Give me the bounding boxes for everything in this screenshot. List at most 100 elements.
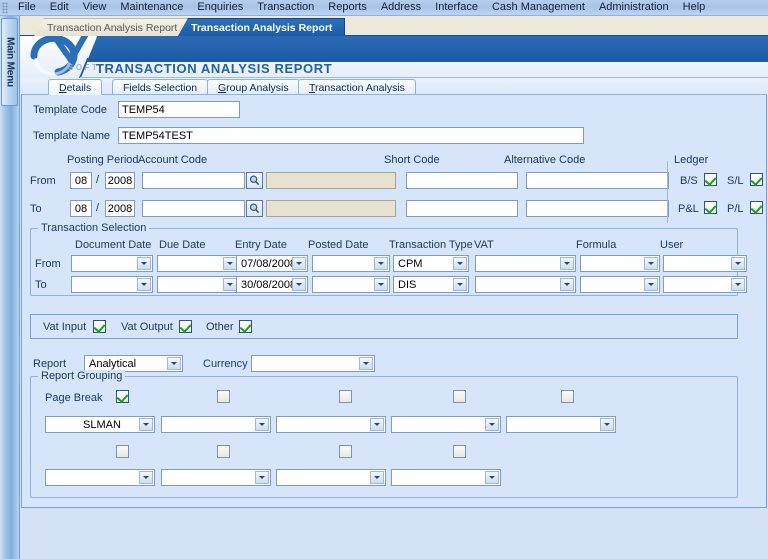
from-formula-combo[interactable] [580, 255, 660, 272]
ledger-sl-checkbox[interactable] [750, 173, 763, 186]
chevron-down-icon[interactable] [255, 418, 269, 431]
chevron-down-icon[interactable] [644, 257, 658, 270]
menu-item-edit[interactable]: Edit [43, 0, 76, 15]
chevron-down-icon[interactable] [485, 418, 499, 431]
to-short-code-input[interactable] [406, 200, 518, 217]
chevron-down-icon[interactable] [167, 357, 181, 370]
to-user-combo[interactable] [663, 276, 747, 293]
grouping-combo-2[interactable] [161, 416, 271, 433]
from-period-year-input[interactable] [105, 172, 135, 189]
to-period-year-input[interactable] [105, 200, 135, 217]
to-period-month-input[interactable] [70, 200, 92, 217]
to-alternative-code-input[interactable] [526, 200, 669, 217]
from-vat-combo[interactable] [475, 255, 576, 272]
menu-item-maintenance[interactable]: Maintenance [113, 0, 190, 15]
chevron-down-icon[interactable] [731, 257, 745, 270]
ledger-pl2-checkbox[interactable] [750, 201, 763, 214]
to-posted-date-combo[interactable] [312, 276, 390, 293]
chevron-down-icon[interactable] [223, 257, 237, 270]
chevron-down-icon[interactable] [374, 278, 388, 291]
ledger-pl-checkbox[interactable] [704, 201, 717, 214]
page-break-checkbox-2[interactable] [217, 390, 230, 403]
grouping-combo-8[interactable] [276, 469, 386, 486]
from-due-date-combo[interactable] [157, 255, 239, 272]
chevron-down-icon[interactable] [137, 278, 151, 291]
from-document-date-combo[interactable] [71, 255, 153, 272]
tab-transaction-analysis[interactable]: Transaction Analysis [298, 79, 416, 95]
grouping-combo-6[interactable] [45, 469, 155, 486]
chevron-down-icon[interactable] [453, 257, 467, 270]
other-checkbox[interactable] [239, 320, 252, 333]
to-transaction-type-combo[interactable]: DIS [393, 276, 469, 293]
page-break-checkbox-5[interactable] [561, 390, 574, 403]
chevron-down-icon[interactable] [374, 257, 388, 270]
grouping-checkbox-8[interactable] [339, 445, 352, 458]
grouping-combo-9[interactable] [391, 469, 501, 486]
chevron-down-icon[interactable] [292, 257, 306, 270]
to-vat-combo[interactable] [475, 276, 576, 293]
chevron-down-icon[interactable] [292, 278, 306, 291]
menu-item-address[interactable]: Address [374, 0, 428, 15]
page-break-checkbox-1[interactable] [116, 390, 129, 403]
from-user-combo[interactable] [663, 255, 747, 272]
chevron-down-icon[interactable] [453, 278, 467, 291]
menu-item-help[interactable]: Help [676, 0, 713, 15]
currency-combo[interactable] [251, 355, 375, 372]
chevron-down-icon[interactable] [359, 357, 373, 370]
chevron-down-icon[interactable] [255, 471, 269, 484]
vat-input-checkbox[interactable] [93, 320, 106, 333]
menu-grip-handle[interactable] [2, 1, 8, 14]
from-account-code-lookup-button[interactable] [246, 172, 263, 189]
menu-item-view[interactable]: View [76, 0, 114, 15]
from-short-code-input[interactable] [406, 172, 518, 189]
grouping-combo-5[interactable] [506, 416, 616, 433]
ledger-bs-checkbox[interactable] [704, 173, 717, 186]
chevron-down-icon[interactable] [731, 278, 745, 291]
menu-item-administration[interactable]: Administration [592, 0, 676, 15]
to-entry-date-combo[interactable]: 30/08/2008 [236, 276, 308, 293]
window-tab-inactive[interactable]: Transaction Analysis Report [34, 18, 191, 36]
from-transaction-type-combo[interactable]: CPM [393, 255, 469, 272]
menu-item-interface[interactable]: Interface [428, 0, 485, 15]
tab-group-analysis[interactable]: Group Analysis [207, 79, 300, 95]
grouping-combo-1[interactable]: SLMAN [45, 416, 155, 433]
tab-details[interactable]: Details [48, 79, 103, 95]
grouping-combo-7[interactable] [161, 469, 271, 486]
tab-fields-selection[interactable]: Fields Selection [112, 79, 209, 95]
grouping-checkbox-9[interactable] [453, 445, 466, 458]
menu-item-enquiries[interactable]: Enquiries [190, 0, 250, 15]
menu-item-reports[interactable]: Reports [321, 0, 374, 15]
chevron-down-icon[interactable] [485, 471, 499, 484]
menu-item-transaction[interactable]: Transaction [250, 0, 321, 15]
chevron-down-icon[interactable] [644, 278, 658, 291]
to-document-date-combo[interactable] [71, 276, 153, 293]
chevron-down-icon[interactable] [139, 418, 153, 431]
window-tab-active[interactable]: Transaction Analysis Report [178, 18, 346, 36]
chevron-down-icon[interactable] [560, 278, 574, 291]
menu-item-cash-management[interactable]: Cash Management [485, 0, 592, 15]
chevron-down-icon[interactable] [137, 257, 151, 270]
from-posted-date-combo[interactable] [312, 255, 390, 272]
to-due-date-combo[interactable] [157, 276, 239, 293]
chevron-down-icon[interactable] [139, 471, 153, 484]
grouping-combo-3[interactable] [276, 416, 386, 433]
chevron-down-icon[interactable] [560, 257, 574, 270]
grouping-checkbox-6[interactable] [116, 445, 129, 458]
from-alternative-code-input[interactable] [526, 172, 669, 189]
vat-output-checkbox[interactable] [179, 320, 192, 333]
chevron-down-icon[interactable] [370, 418, 384, 431]
to-account-code-lookup-button[interactable] [246, 200, 263, 217]
grouping-combo-4[interactable] [391, 416, 501, 433]
grouping-checkbox-7[interactable] [217, 445, 230, 458]
main-menu-tab[interactable]: Main Menu [1, 18, 18, 106]
from-account-code-input[interactable] [142, 172, 245, 189]
from-period-month-input[interactable] [70, 172, 92, 189]
chevron-down-icon[interactable] [600, 418, 614, 431]
menu-item-file[interactable]: File [11, 0, 43, 15]
chevron-down-icon[interactable] [223, 278, 237, 291]
to-account-code-input[interactable] [142, 200, 245, 217]
page-break-checkbox-3[interactable] [339, 390, 352, 403]
page-break-checkbox-4[interactable] [453, 390, 466, 403]
template-code-input[interactable] [118, 101, 240, 118]
from-entry-date-combo[interactable]: 07/08/2008 [236, 255, 308, 272]
